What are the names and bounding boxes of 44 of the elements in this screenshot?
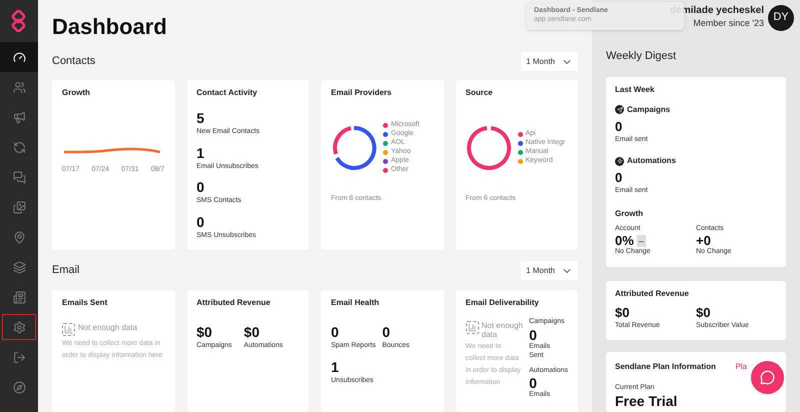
plan-link[interactable]: Pla — [735, 361, 747, 373]
stat-value: 0 — [615, 171, 624, 184]
stat-value: $0 — [244, 325, 260, 339]
plan-name: Free Trial — [615, 394, 678, 408]
stat-value: 0 — [529, 376, 537, 390]
stat-value: $0 — [196, 325, 214, 339]
stat-value: 0 — [331, 325, 340, 339]
empty-title: Not enough data — [482, 321, 524, 339]
stat-value: +0 — [696, 234, 711, 247]
period-dropdown[interactable]: 1 Month — [521, 52, 578, 71]
section-heading: Contacts — [52, 54, 96, 70]
card-title: Email Deliverability — [466, 299, 540, 307]
card-title: Attributed Revenue — [615, 290, 690, 298]
card-title: Growth — [62, 89, 91, 97]
stat-value: 0 — [615, 120, 624, 132]
stat-value: 0 — [382, 325, 392, 339]
section-heading: Weekly Digest — [606, 49, 678, 64]
section-heading: Email — [52, 263, 80, 278]
page-title: Dashboard — [52, 16, 167, 38]
period-dropdown[interactable]: 1 Month — [521, 261, 578, 280]
card-title: Email Health — [331, 299, 380, 307]
card-title: Email Providers — [331, 89, 392, 97]
card-title: Sendlane Plan Information — [615, 363, 716, 371]
member-since: Member since '23 — [693, 17, 764, 30]
stat-value: 0% — [615, 234, 634, 247]
stat-value: 1 — [196, 146, 206, 160]
card-title: Attributed Revenue — [196, 299, 272, 307]
section-title: Campaigns — [627, 104, 670, 116]
section-title: Automations — [627, 155, 676, 167]
stat-value: 0 — [196, 180, 206, 194]
section-title: Growth — [615, 208, 644, 220]
stat-value: 1 — [331, 360, 340, 374]
stat-value: 5 — [196, 111, 206, 125]
card-title: Emails Sent — [62, 299, 108, 307]
stat-value: 0 — [196, 214, 206, 228]
card-title: Source — [466, 89, 494, 97]
stat-value: $0 — [615, 306, 630, 318]
stat-value: $0 — [696, 306, 712, 318]
empty-title: Not enough data — [78, 323, 138, 332]
card-title: Last Week — [615, 86, 656, 94]
avatar[interactable]: DY — [768, 4, 794, 30]
change-badge: – — [636, 234, 646, 246]
card-title: Contact Activity — [196, 89, 258, 97]
stat-value: 0 — [529, 328, 538, 342]
